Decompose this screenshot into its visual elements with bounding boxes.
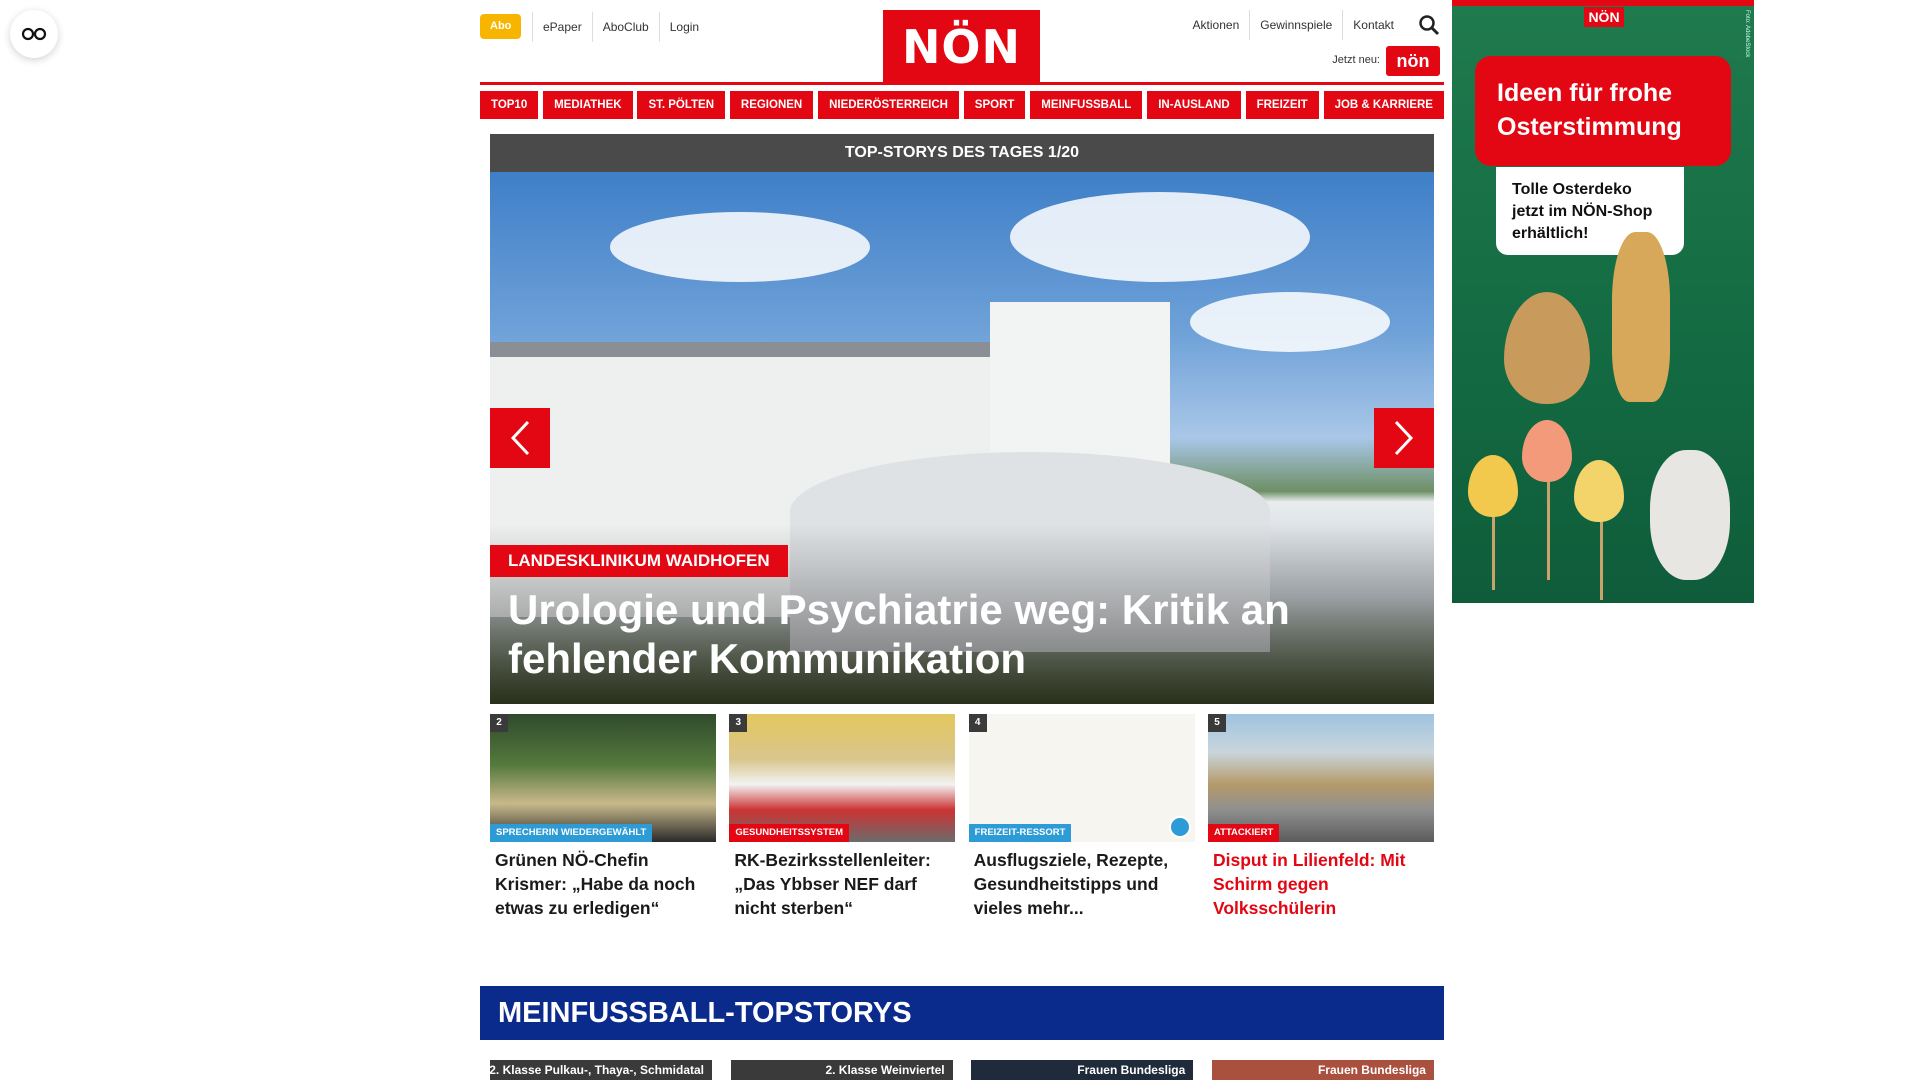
teaser-card[interactable]: 5 ATTACKIERT Disput in Lilienfeld: Mit S… <box>1207 714 1434 924</box>
header-divider <box>480 82 1444 85</box>
meinfussball-card[interactable]: Frauen Bundesliga <box>971 1060 1194 1080</box>
top-links-left: ePaper AboClub Login <box>532 12 709 42</box>
teaser-row: 2 SPRECHERIN WIEDERGEWÄHLT Grünen NÖ-Che… <box>490 714 1434 924</box>
teaser-image: 3 GESUNDHEITSSYSTEM <box>729 714 956 842</box>
wooden-egg-icon <box>1504 292 1590 404</box>
top-links-right: Aktionen Gewinnspiele Kontakt <box>1183 10 1404 40</box>
carousel-next-button[interactable] <box>1374 408 1434 468</box>
glasses-icon <box>21 27 47 41</box>
hero-image-cloud <box>1010 192 1310 282</box>
meinfussball-card-label: 2. Klasse Pulkau-, Thaya-, Schmidatal <box>490 1063 704 1077</box>
carousel-heading: TOP-STORYS DES TAGES 1/20 <box>490 134 1434 172</box>
ad-top-stripe <box>1452 0 1754 6</box>
wooden-bunny-icon <box>1612 232 1670 402</box>
camera-icon <box>1168 816 1191 838</box>
nav-item-niederoesterreich[interactable]: NIEDERÖSTERREICH <box>818 91 959 119</box>
abo-button[interactable]: Abo <box>480 14 522 39</box>
hero-image-cloud <box>1190 292 1390 352</box>
teaser-title[interactable]: Disput in Lilienfeld: Mit Schirm gegen V… <box>1208 848 1434 920</box>
kontakt-link[interactable]: Kontakt <box>1342 10 1404 40</box>
teaser-number: 4 <box>968 714 987 732</box>
meinfussball-card-label: Frauen Bundesliga <box>1317 1063 1426 1077</box>
meinfussball-card-label: 2. Klasse Weinviertel <box>825 1063 945 1077</box>
jetzt-neu-badge[interactable]: nön <box>1386 46 1440 76</box>
hero-image-cloud <box>610 212 870 282</box>
teaser-image: 4 FREIZEIT-RESSORT <box>968 714 1195 842</box>
hero-kicker: LANDESKLINIKUM WAIDHOFEN <box>490 545 788 577</box>
nav-item-in-ausland[interactable]: IN-AUSLAND <box>1147 91 1241 119</box>
nav-item-sport[interactable]: SPORT <box>963 91 1026 119</box>
chevron-left-icon <box>510 420 530 456</box>
teaser-number: 3 <box>729 714 748 732</box>
meinfussball-card-label: Frauen Bundesliga <box>1077 1063 1186 1077</box>
teaser-tag: SPRECHERIN WIEDERGEWÄHLT <box>490 824 653 842</box>
teaser-image: 2 SPRECHERIN WIEDERGEWÄHLT <box>490 714 716 842</box>
teaser-title[interactable]: Ausflugsziele, Rezepte, Gesundheitstipps… <box>969 848 1195 920</box>
ad-headline: Ideen für frohe Osterstimmung <box>1475 56 1731 166</box>
site-logo[interactable]: NÖN <box>883 10 1040 85</box>
ad-banner[interactable]: NÖN Foto: AdobeStock Ideen für frohe Ost… <box>1452 0 1754 603</box>
login-link[interactable]: Login <box>658 12 709 42</box>
teaser-image: 5 ATTACKIERT <box>1207 714 1434 842</box>
teaser-tag: GESUNDHEITSSYSTEM <box>729 824 850 842</box>
main-nav: TOP10 MEDIATHEK ST. PÖLTEN REGIONEN NIED… <box>480 91 1444 119</box>
aktionen-link[interactable]: Aktionen <box>1183 10 1250 40</box>
ad-photo-credit: Foto: AdobeStock <box>1744 10 1750 58</box>
meinfussball-row: 2. Klasse Pulkau-, Thaya-, Schmidatal 2.… <box>490 1060 1434 1080</box>
nav-item-freizeit[interactable]: FREIZEIT <box>1245 91 1319 119</box>
teaser-title[interactable]: Grünen NÖ-Chefin Krismer: „Habe da noch … <box>490 848 716 920</box>
easter-egg-icon <box>1468 455 1518 517</box>
egg-stick <box>1600 510 1603 600</box>
nav-item-job-karriere[interactable]: JOB & KARRIERE <box>1323 91 1444 119</box>
jetzt-neu-label: Jetzt neu: <box>1332 54 1380 66</box>
teaser-tag: ATTACKIERT <box>1207 824 1280 842</box>
meinfussball-heading[interactable]: MEINFUSSBALL-TOPSTORYS <box>480 986 1444 1040</box>
nav-item-regionen[interactable]: REGIONEN <box>729 91 814 119</box>
nav-item-meinfussball[interactable]: MEINFUSSBALL <box>1030 91 1143 119</box>
search-icon[interactable] <box>1418 14 1440 36</box>
ad-logo: NÖN <box>1584 7 1624 27</box>
nav-item-st-poelten[interactable]: ST. PÖLTEN <box>637 91 726 119</box>
easter-egg-icon <box>1574 460 1624 522</box>
aboclub-link[interactable]: AboClub <box>591 12 659 42</box>
teaser-title[interactable]: RK-Bezirksstellenleiter: „Das Ybbser NEF… <box>729 848 955 920</box>
meinfussball-card[interactable]: 2. Klasse Weinviertel <box>730 1060 953 1080</box>
nav-item-mediathek[interactable]: MEDIATHEK <box>543 91 633 119</box>
easter-egg-icon <box>1522 420 1572 482</box>
epaper-link[interactable]: ePaper <box>532 12 592 42</box>
egg-stick <box>1547 470 1550 580</box>
hero-title[interactable]: Urologie und Psychiatrie weg: Kritik an … <box>508 585 1408 683</box>
teaser-card[interactable]: 2 SPRECHERIN WIEDERGEWÄHLT Grünen NÖ-Che… <box>490 714 716 924</box>
bunny-icon <box>1650 450 1730 580</box>
meinfussball-card[interactable]: 2. Klasse Pulkau-, Thaya-, Schmidatal <box>490 1060 712 1080</box>
teaser-card[interactable]: 3 GESUNDHEITSSYSTEM RK-Bezirksstellenlei… <box>729 714 956 924</box>
top-bar: Abo ePaper AboClub Login NÖN Aktionen Ge… <box>480 0 1444 85</box>
teaser-tag: FREIZEIT-RESSORT <box>968 824 1072 842</box>
teaser-number: 2 <box>490 714 508 732</box>
nav-item-top10[interactable]: TOP10 <box>480 91 539 119</box>
gewinnspiele-link[interactable]: Gewinnspiele <box>1249 10 1342 40</box>
carousel-prev-button[interactable] <box>490 408 550 468</box>
meinfussball-card[interactable]: Frauen Bundesliga <box>1211 1060 1434 1080</box>
hero-story[interactable]: LANDESKLINIKUM WAIDHOFEN Urologie und Ps… <box>490 172 1434 704</box>
site-container: Abo ePaper AboClub Login NÖN Aktionen Ge… <box>480 0 1444 1080</box>
teaser-card[interactable]: 4 FREIZEIT-RESSORT Ausflugsziele, Rezept… <box>968 714 1195 924</box>
hero-image-tower <box>990 302 1170 472</box>
chevron-right-icon <box>1394 420 1414 456</box>
teaser-number: 5 <box>1207 714 1226 732</box>
reader-mode-button[interactable] <box>10 10 58 58</box>
